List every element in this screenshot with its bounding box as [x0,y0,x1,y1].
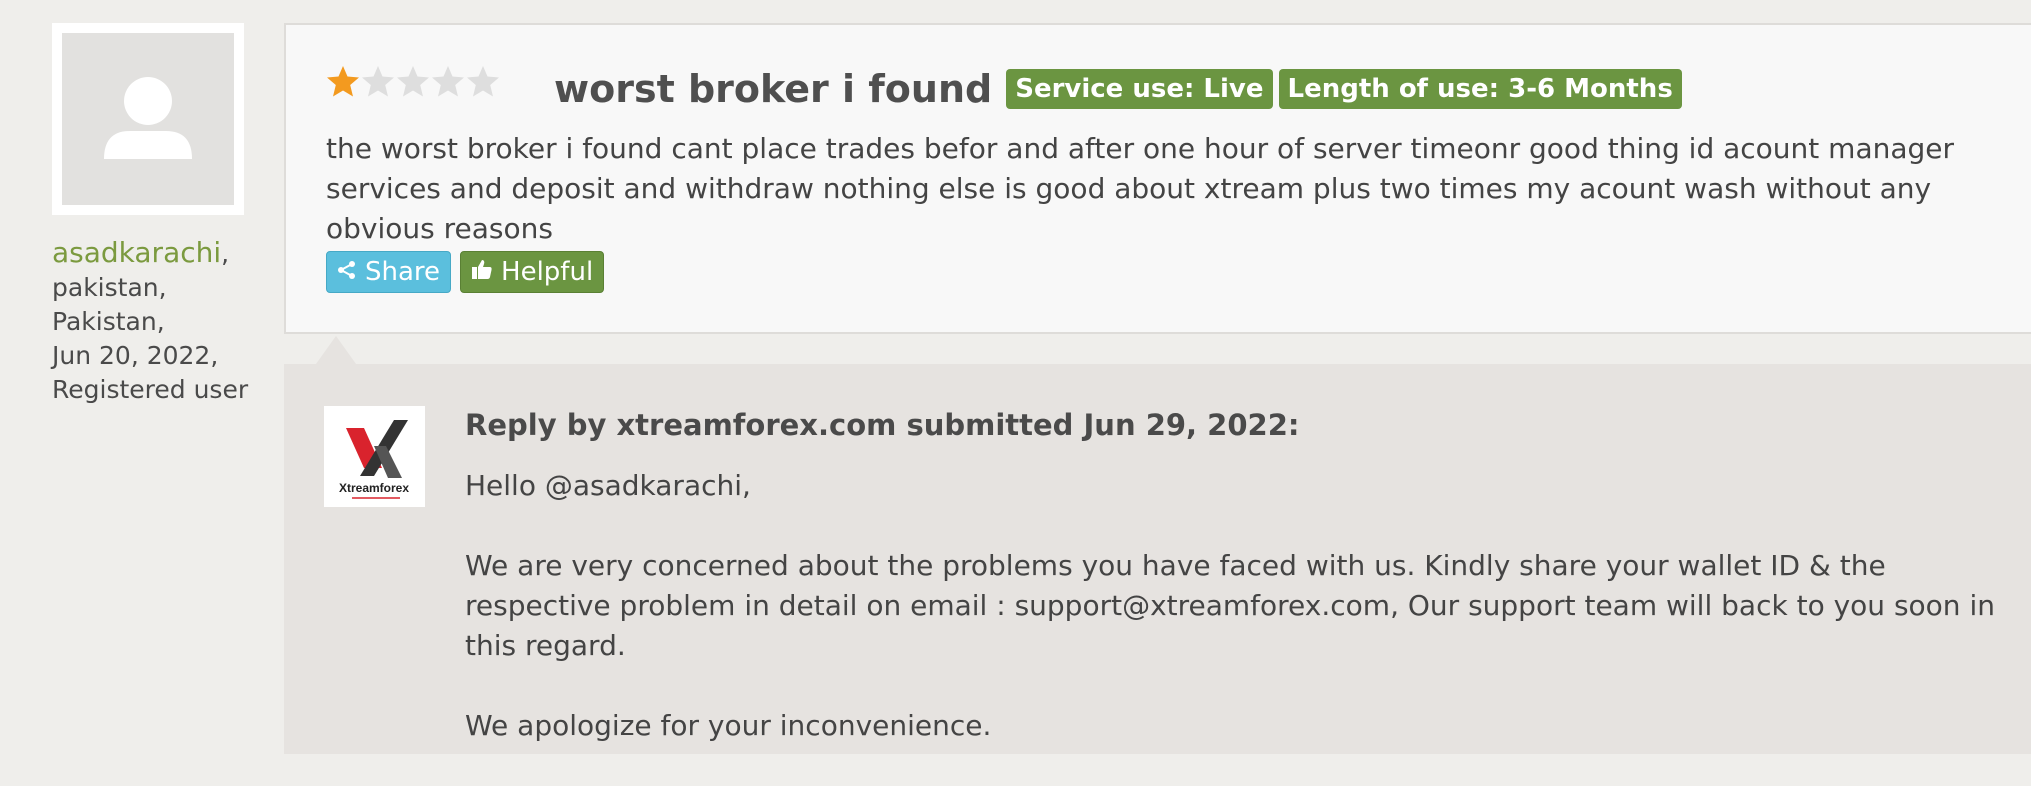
star-empty-icon [397,66,429,97]
xtreamforex-logo: Xtreamforex [324,406,425,507]
star-filled-icon [327,66,359,97]
star-rating [326,65,500,98]
user-city: pakistan, [52,273,167,302]
username-comma: , [221,239,230,268]
user-avatar-icon [62,33,234,205]
reply-pointer [316,336,356,364]
user-avatar [52,23,244,215]
star-empty-icon [362,66,394,97]
review-text: the worst broker i found cant place trad… [326,132,1955,245]
thumbs-up-icon [471,257,493,287]
review-card: worst broker i found Service use: Live L… [284,23,2031,334]
reply-greeting: Hello @asadkarachi, [465,469,751,502]
review-date: Jun 20, 2022, [52,341,219,370]
user-status: Registered user [52,375,249,404]
review-actions: Share Helpful [326,251,605,293]
username-link[interactable]: asadkarachi [52,236,221,269]
review-title-row: worst broker i found Service use: Live L… [554,67,1682,111]
star-empty-icon [432,66,464,97]
user-country: Pakistan, [52,307,165,336]
star-empty-icon [467,66,499,97]
user-info: asadkarachi, pakistan, Pakistan, Jun 20,… [52,236,252,407]
reply-closing: We apologize for your inconvenience. [465,709,992,742]
share-button[interactable]: Share [326,251,452,293]
badge-length-of-use: Length of use: 3-6 Months [1278,69,1682,109]
review-title: worst broker i found [554,67,993,111]
share-icon [337,257,357,287]
reply-card: Xtreamforex Reply by xtreamforex.com sub… [284,364,2031,754]
reply-paragraph: We are very concerned about the problems… [465,549,1995,662]
reply-heading: Reply by xtreamforex.com submitted Jun 2… [465,408,1300,442]
reply-body: Hello @asadkarachi, We are very concerne… [465,466,2005,786]
helpful-label: Helpful [501,257,594,287]
badge-service-use: Service use: Live [1006,69,1273,109]
share-label: Share [365,257,441,287]
helpful-button[interactable]: Helpful [460,251,605,293]
logo-text: Xtreamforex [339,481,409,495]
